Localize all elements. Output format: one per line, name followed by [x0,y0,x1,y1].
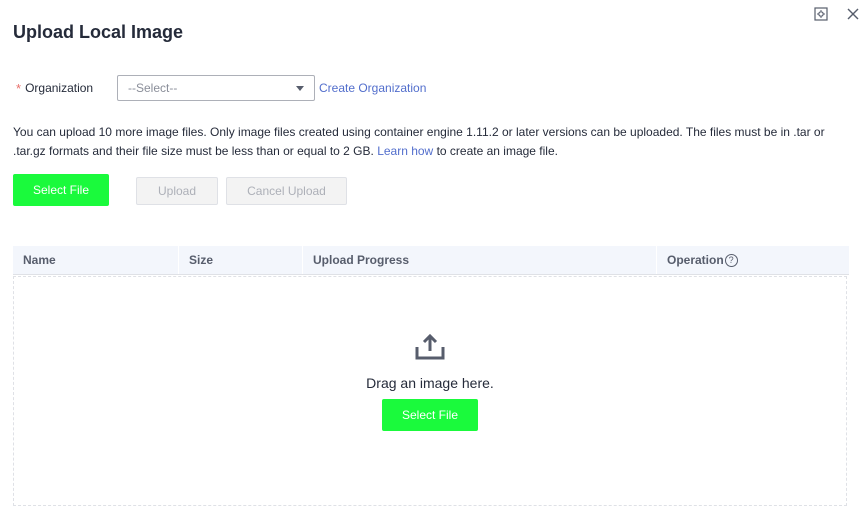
column-header-name: Name [13,246,179,274]
column-header-size: Size [179,246,303,274]
upload-info-text: You can upload 10 more image files. Only… [13,123,843,161]
upload-icon [415,333,445,366]
column-header-operation: Operation [667,253,724,267]
help-icon[interactable]: ? [724,253,738,267]
organization-select-value: --Select-- [128,81,178,95]
cancel-upload-button[interactable]: Cancel Upload [226,177,347,205]
drop-zone-text: Drag an image here. [366,375,494,391]
create-organization-link[interactable]: Create Organization [319,81,426,95]
info-text-after: to create an image file. [436,144,558,158]
settings-icon[interactable] [813,6,829,22]
learn-how-link[interactable]: Learn how [377,144,433,158]
dropzone-select-file-button[interactable]: Select File [382,399,478,431]
file-table-header: Name Size Upload Progress Operation ? [13,246,849,275]
required-mark: * [16,80,22,96]
dialog-title: Upload Local Image [13,22,184,42]
upload-button[interactable]: Upload [136,177,218,205]
organization-label: Organization [25,81,94,95]
organization-label-group: * Organization [16,81,117,96]
dialog-controls [813,6,861,22]
organization-select[interactable]: --Select-- [117,75,315,101]
close-icon[interactable] [845,6,861,22]
drop-zone[interactable]: Drag an image here. Select File [13,276,847,506]
chevron-down-icon [296,85,304,91]
organization-row: * Organization --Select-- Create Organiz… [16,74,426,102]
column-header-operation-group: Operation ? [657,246,849,274]
column-header-upload-progress: Upload Progress [303,246,657,274]
select-file-button[interactable]: Select File [13,174,109,206]
